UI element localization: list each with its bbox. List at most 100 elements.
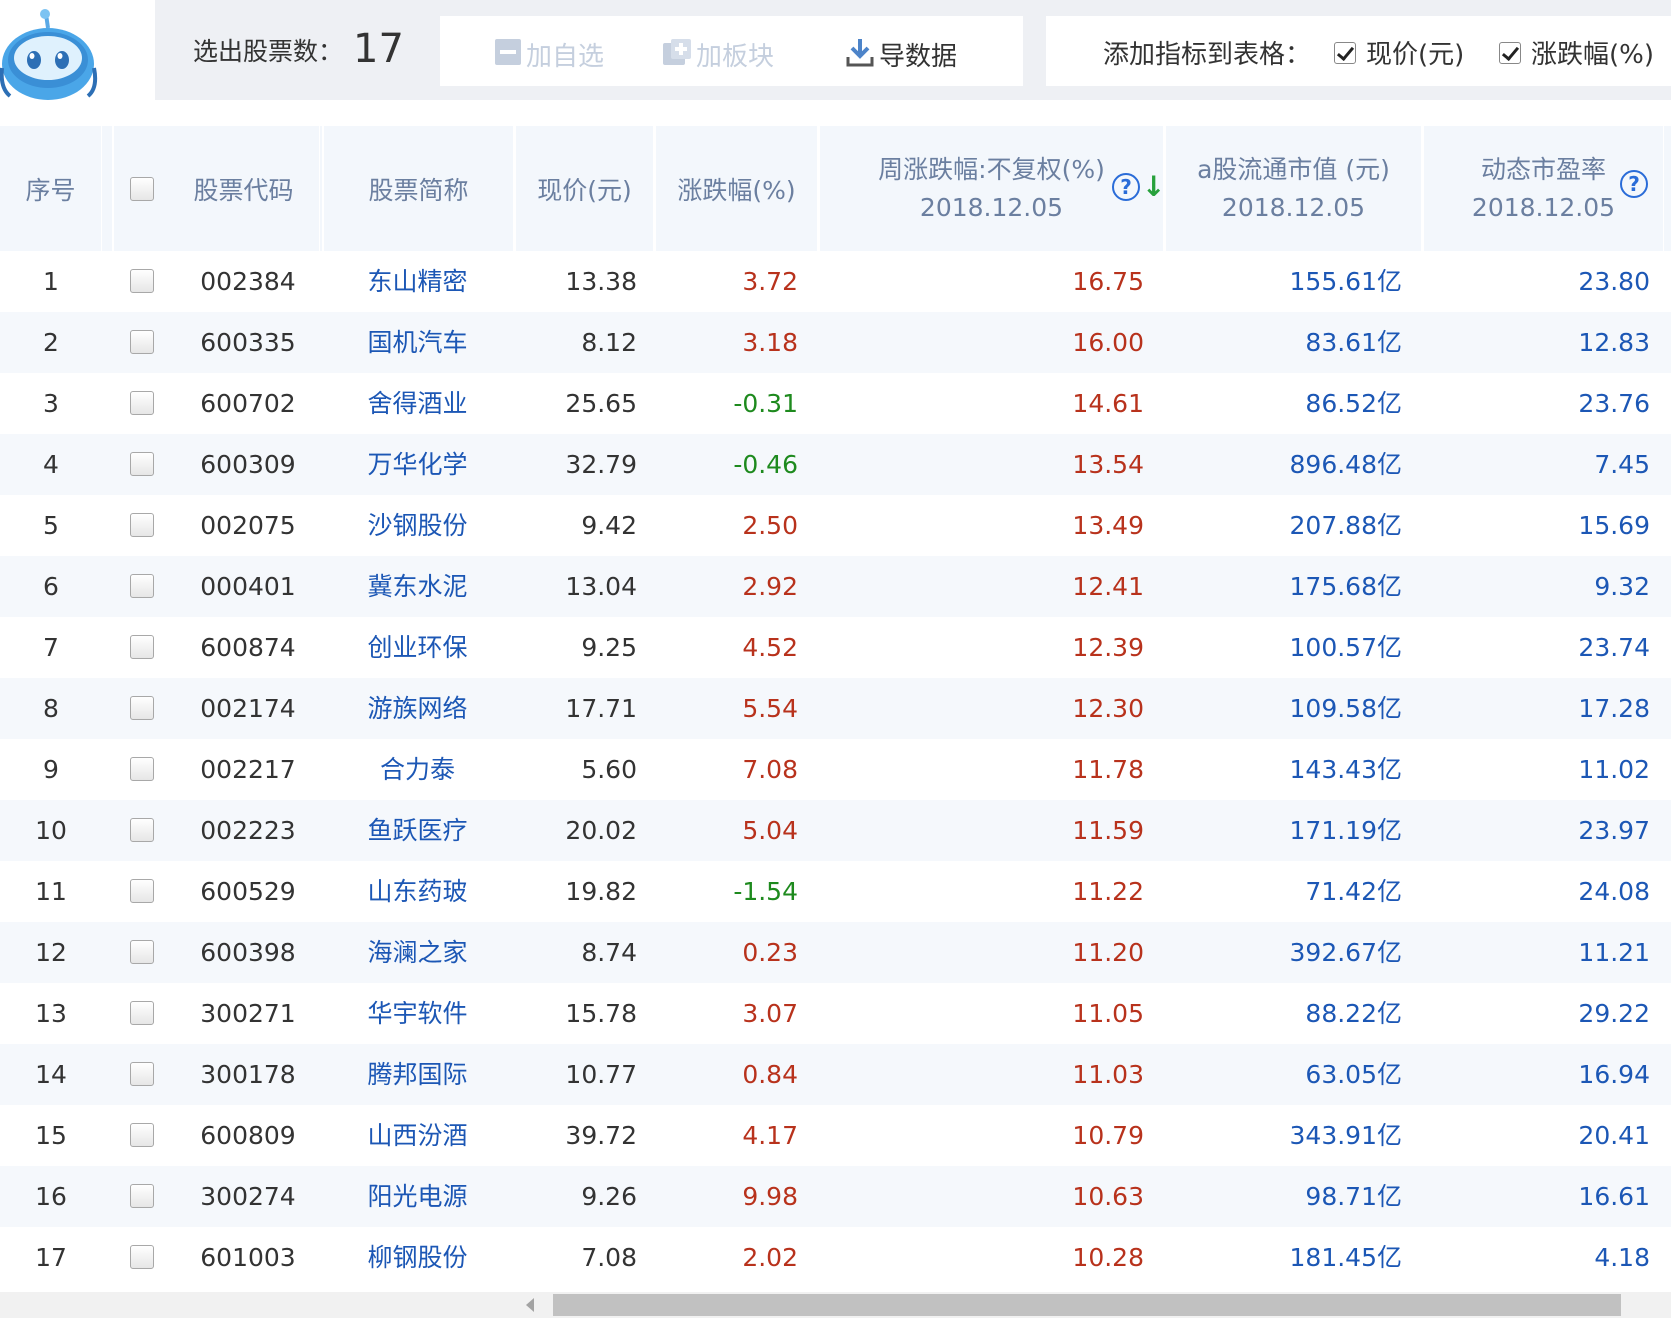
stock-code: 600309	[200, 450, 296, 479]
stock-name-link[interactable]: 阳光电源	[325, 1166, 510, 1227]
stock-code: 002174	[200, 694, 296, 723]
row-checkbox[interactable]	[130, 818, 154, 842]
table-row[interactable]: 8 002174 游族网络 17.71 5.54 12.30 109.58亿 17.28	[0, 678, 1671, 739]
stock-code: 600702	[200, 389, 296, 418]
row-checkbox[interactable]	[130, 513, 154, 537]
weekly-change: 11.20	[1072, 938, 1144, 967]
stock-name-link[interactable]: 东山精密	[325, 251, 510, 312]
scrollbar-thumb[interactable]	[553, 1294, 1621, 1316]
price-change: 5.54	[742, 694, 798, 723]
market-value: 63.05亿	[1305, 1060, 1402, 1089]
result-count-label: 选出股票数：	[193, 37, 344, 66]
export-data-button[interactable]: 导数据	[845, 36, 957, 76]
weekly-change: 11.03	[1072, 1060, 1144, 1089]
stock-code: 600529	[200, 877, 296, 906]
stock-name-link[interactable]: 国机汽车	[325, 312, 510, 373]
table-row[interactable]: 14 300178 腾邦国际 10.77 0.84 11.03 63.05亿 16.94	[0, 1044, 1671, 1105]
stock-name-link[interactable]: 舍得酒业	[325, 373, 510, 434]
row-checkbox[interactable]	[130, 696, 154, 720]
stock-name-link[interactable]: 沙钢股份	[325, 495, 510, 556]
table-row[interactable]: 5 002075 沙钢股份 9.42 2.50 13.49 207.88亿 15.69	[0, 495, 1671, 556]
header-market-value[interactable]: a股流通市值 (元) 2018.12.05	[1166, 126, 1422, 251]
current-price: 39.72	[565, 1121, 637, 1150]
help-icon[interactable]: ?	[1112, 172, 1140, 201]
row-checkbox[interactable]	[130, 940, 154, 964]
row-checkbox[interactable]	[130, 1123, 154, 1147]
sort-desc-arrow-icon[interactable]: ↓	[1142, 170, 1165, 203]
row-checkbox[interactable]	[130, 1001, 154, 1025]
stock-name-link[interactable]: 鱼跃医疗	[325, 800, 510, 861]
stock-name-link[interactable]: 创业环保	[325, 617, 510, 678]
table-row[interactable]: 6 000401 冀东水泥 13.04 2.92 12.41 175.68亿 9.32	[0, 556, 1671, 617]
row-checkbox[interactable]	[130, 1062, 154, 1086]
stock-name-link[interactable]: 万华化学	[325, 434, 510, 495]
market-value: 181.45亿	[1289, 1243, 1402, 1272]
market-value: 207.88亿	[1289, 511, 1402, 540]
checkbox-checked-icon[interactable]	[1499, 41, 1521, 64]
table-row[interactable]: 15 600809 山西汾酒 39.72 4.17 10.79 343.91亿 20.41	[0, 1105, 1671, 1166]
row-checkbox[interactable]	[130, 757, 154, 781]
row-checkbox[interactable]	[130, 1245, 154, 1269]
pe-ratio: 12.83	[1578, 328, 1650, 357]
header-change[interactable]: 涨跌幅(%)	[656, 126, 818, 251]
stock-name-link[interactable]: 游族网络	[325, 678, 510, 739]
row-checkbox[interactable]	[130, 635, 154, 659]
table-row[interactable]: 9 002217 合力泰 5.60 7.08 11.78 143.43亿 11.02	[0, 739, 1671, 800]
table-row[interactable]: 10 002223 鱼跃医疗 20.02 5.04 11.59 171.19亿 23.97	[0, 800, 1671, 861]
market-value: 143.43亿	[1289, 755, 1402, 784]
table-row[interactable]: 7 600874 创业环保 9.25 4.52 12.39 100.57亿 23.74	[0, 617, 1671, 678]
help-icon[interactable]: ?	[1620, 170, 1648, 198]
action-group: 加自选 加板块 导数据	[440, 16, 1023, 86]
table-row[interactable]: 17 601003 柳钢股份 7.08 2.02 10.28 181.45亿 4.18	[0, 1227, 1671, 1288]
horizontal-scrollbar[interactable]	[0, 1292, 1671, 1318]
row-checkbox[interactable]	[130, 1184, 154, 1208]
weekly-change: 11.78	[1072, 755, 1144, 784]
stock-name-link[interactable]: 山西汾酒	[325, 1105, 510, 1166]
row-checkbox[interactable]	[130, 269, 154, 293]
table-row[interactable]: 16 300274 阳光电源 9.26 9.98 10.63 98.71亿 16.61	[0, 1166, 1671, 1227]
stock-name-link[interactable]: 冀东水泥	[325, 556, 510, 617]
header-code[interactable]: 股票代码	[168, 126, 320, 251]
weekly-change: 16.00	[1072, 328, 1144, 357]
weekly-change: 10.63	[1072, 1182, 1144, 1211]
current-price: 20.02	[565, 816, 637, 845]
header-pe-label: 动态市盈率	[1480, 154, 1606, 184]
stock-name-link[interactable]: 海澜之家	[325, 922, 510, 983]
table-row[interactable]: 11 600529 山东药玻 19.82 -1.54 11.22 71.42亿 24.08	[0, 861, 1671, 922]
table-row[interactable]: 12 600398 海澜之家 8.74 0.23 11.20 392.67亿 11.21	[0, 922, 1671, 983]
row-index: 16	[35, 1182, 67, 1211]
table-row[interactable]: 13 300271 华宇软件 15.78 3.07 11.05 88.22亿 29.22	[0, 983, 1671, 1044]
row-checkbox[interactable]	[130, 574, 154, 598]
checkbox-checked-icon[interactable]	[1334, 41, 1356, 64]
stock-name-link[interactable]: 合力泰	[325, 739, 510, 800]
add-watchlist-button[interactable]: 加自选	[494, 36, 604, 75]
indicator-price-checkbox[interactable]: 现价(元)	[1334, 34, 1464, 71]
header-name[interactable]: 股票简称	[324, 126, 514, 251]
stock-code: 600398	[200, 938, 296, 967]
header-mktval-label: a股流通市值 (元)	[1197, 154, 1390, 184]
row-checkbox[interactable]	[130, 330, 154, 354]
pe-ratio: 23.97	[1578, 816, 1650, 845]
scroll-left-arrow-icon[interactable]	[526, 1298, 534, 1312]
add-watchlist-label: 加自选	[526, 42, 605, 72]
row-select	[130, 1184, 154, 1208]
table-row[interactable]: 4 600309 万华化学 32.79 -0.46 13.54 896.48亿 7.45	[0, 434, 1671, 495]
indicator-change-checkbox[interactable]: 涨跌幅(%)	[1499, 34, 1654, 71]
table-row[interactable]: 3 600702 舍得酒业 25.65 -0.31 14.61 86.52亿 23.76	[0, 373, 1671, 434]
row-checkbox[interactable]	[130, 452, 154, 476]
indicator-price-label: 现价(元)	[1366, 40, 1465, 70]
weekly-change: 16.75	[1072, 267, 1144, 296]
row-checkbox[interactable]	[130, 879, 154, 903]
stock-name-link[interactable]: 柳钢股份	[325, 1227, 510, 1288]
table-row[interactable]: 2 600335 国机汽车 8.12 3.18 16.00 83.61亿 12.83	[0, 312, 1671, 373]
table-row[interactable]: 1 002384 东山精密 13.38 3.72 16.75 155.61亿 23.80	[0, 251, 1671, 312]
row-checkbox[interactable]	[130, 391, 154, 415]
add-sector-button[interactable]: 加板块	[662, 36, 774, 75]
stock-name-link[interactable]: 华宇软件	[325, 983, 510, 1044]
current-price: 19.82	[565, 877, 637, 906]
header-price[interactable]: 现价(元)	[516, 126, 654, 251]
stock-name-link[interactable]: 山东药玻	[325, 861, 510, 922]
select-all-checkbox[interactable]	[130, 176, 154, 201]
stock-name-link[interactable]: 腾邦国际	[325, 1044, 510, 1105]
row-index: 3	[43, 389, 59, 418]
